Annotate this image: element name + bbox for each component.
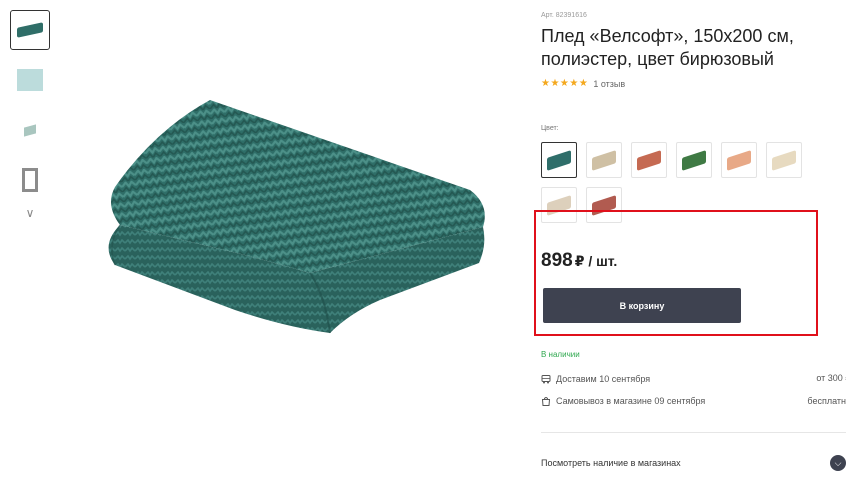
price-unit: ₽ / шт. — [574, 253, 618, 269]
color-swatch-light-beige[interactable] — [541, 187, 577, 223]
swatch-chip — [592, 194, 616, 216]
color-swatch-teal[interactable] — [541, 142, 577, 178]
thumb-folded-teal-image — [17, 22, 43, 38]
stores-availability-link[interactable]: Посмотреть наличие в магазинах — [541, 458, 681, 468]
chevron-down-icon[interactable]: ∨ — [10, 206, 50, 220]
swatch-chip — [682, 149, 706, 171]
thumb-room-image — [22, 168, 38, 192]
delivery-row: Доставим 10 сентября от 300 ₽ — [541, 373, 846, 384]
delivery-price: от 300 ₽ — [816, 373, 846, 383]
thumb-flat-light[interactable] — [10, 60, 50, 100]
delivery-label: Доставим 10 сентября — [556, 373, 651, 384]
swatch-chip — [637, 149, 661, 171]
divider — [541, 432, 846, 433]
thumb-small-image — [24, 123, 36, 137]
reviews-count-link[interactable]: 1 отзыв — [593, 79, 625, 89]
swatch-chip — [547, 149, 571, 171]
bag-icon — [541, 397, 551, 406]
color-swatch-peach[interactable] — [721, 142, 757, 178]
product-title: Плед «Велсофт», 150x200 см, полиэстер, ц… — [541, 26, 794, 69]
product-sku: Арт. 82391616 — [541, 12, 587, 19]
product-info: Арт. 82391616 Плед «Велсофт», 150x200 см… — [541, 12, 846, 232]
thumb-room[interactable] — [10, 160, 50, 200]
stock-status: В наличии — [541, 350, 580, 359]
rating-row[interactable]: ★★★★★ 1 отзыв — [541, 78, 846, 89]
thumb-small[interactable] — [10, 110, 50, 150]
color-swatch-beige[interactable] — [586, 142, 622, 178]
thumb-flat-light-image — [17, 69, 43, 91]
rating-stars-icon: ★★★★★ — [541, 78, 589, 89]
swatch-chip — [727, 149, 751, 171]
truck-icon — [541, 374, 551, 383]
chevron-down-icon[interactable]: ⌵ — [830, 455, 846, 471]
color-swatches — [541, 142, 811, 232]
color-label: Цвет: — [541, 125, 559, 132]
color-swatch-cream[interactable] — [766, 142, 802, 178]
pickup-price: бесплатно — [807, 396, 846, 406]
color-swatch-brick[interactable] — [586, 187, 622, 223]
swatch-chip — [772, 149, 796, 171]
price-amount: 898 — [541, 250, 573, 271]
swatch-chip — [592, 149, 616, 171]
add-to-cart-button[interactable]: В корзину — [543, 288, 741, 323]
color-swatch-terracotta[interactable] — [631, 142, 667, 178]
main-product-image — [95, 95, 495, 345]
color-swatch-green[interactable] — [676, 142, 712, 178]
thumbnail-gallery: ∨ — [10, 10, 54, 220]
pickup-row: Самовывоз в магазине 09 сентября бесплат… — [541, 396, 846, 406]
pickup-label: Самовывоз в магазине 09 сентября — [556, 396, 706, 406]
swatch-chip — [547, 194, 571, 216]
price: 898 ₽ / шт. — [541, 250, 617, 272]
thumb-folded-teal[interactable] — [10, 10, 50, 50]
